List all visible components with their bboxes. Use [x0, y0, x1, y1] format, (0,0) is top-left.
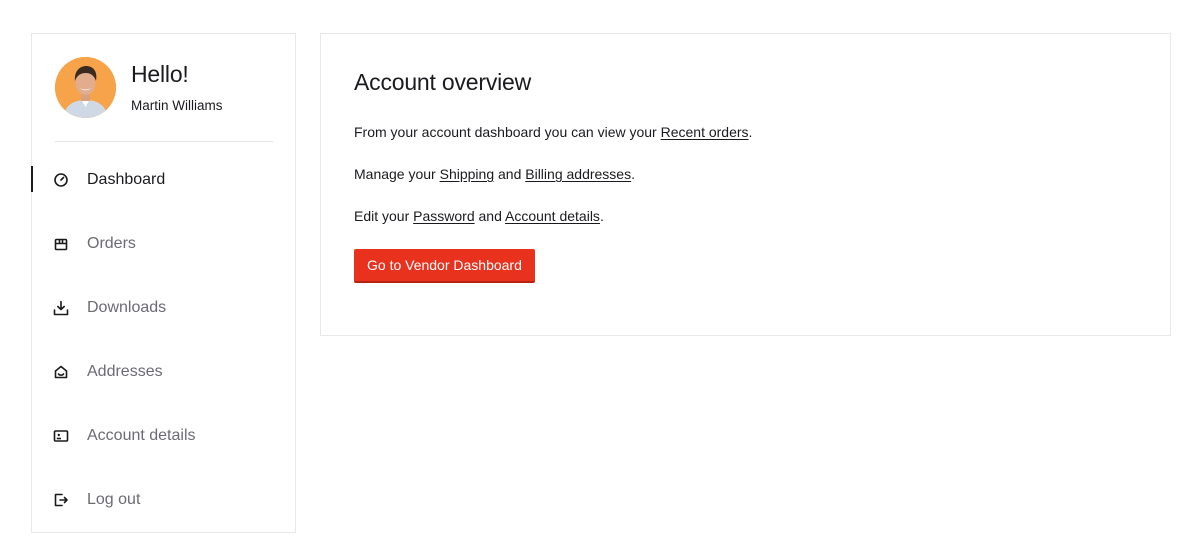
id-card-icon — [53, 428, 69, 444]
recent-orders-paragraph: From your account dashboard you can view… — [354, 124, 752, 140]
password-link[interactable]: Password — [413, 208, 474, 224]
avatar — [55, 57, 116, 118]
p3-middle: and — [474, 208, 505, 224]
user-card: Hello! Martin Williams — [55, 57, 273, 142]
home-address-icon — [53, 364, 69, 380]
account-paragraph: Edit your Password and Account details. — [354, 208, 604, 224]
p1-suffix: . — [748, 124, 753, 140]
nav-label-addresses: Addresses — [87, 363, 163, 380]
dashboard-gauge-icon — [53, 172, 69, 188]
nav-label-dashboard: Dashboard — [87, 171, 166, 188]
account-overview-panel: Account overview From your account dashb… — [320, 33, 1171, 336]
orders-box-icon — [53, 236, 69, 252]
nav-item-account-details[interactable]: Account details — [32, 404, 295, 468]
logout-icon — [53, 492, 69, 508]
p2-suffix: . — [631, 166, 635, 182]
nav-label-orders: Orders — [87, 235, 136, 252]
addresses-paragraph: Manage your Shipping and Billing address… — [354, 166, 635, 182]
billing-addresses-link[interactable]: Billing addresses — [525, 166, 631, 182]
vendor-dashboard-button[interactable]: Go to Vendor Dashboard — [354, 249, 535, 283]
account-nav: Dashboard Orders Downloads Addresses Acc… — [31, 148, 295, 532]
avatar-photo-icon — [55, 57, 116, 118]
nav-item-addresses[interactable]: Addresses — [32, 340, 295, 404]
user-name: Martin Williams — [131, 98, 223, 113]
p2-middle: and — [494, 166, 526, 182]
greeting-heading: Hello! — [131, 61, 189, 87]
download-icon — [53, 300, 69, 316]
account-details-link[interactable]: Account details — [505, 208, 600, 224]
nav-item-orders[interactable]: Orders — [32, 212, 295, 276]
account-sidebar: Hello! Martin Williams Dashboard Orders — [31, 33, 296, 533]
nav-item-log-out[interactable]: Log out — [32, 468, 295, 532]
p3-prefix: Edit your — [354, 208, 414, 224]
page-title: Account overview — [354, 69, 532, 95]
nav-item-dashboard[interactable]: Dashboard — [31, 148, 295, 212]
nav-label-account-details: Account details — [87, 427, 196, 444]
nav-item-downloads[interactable]: Downloads — [32, 276, 295, 340]
nav-label-log-out: Log out — [87, 491, 141, 508]
p1-prefix: From your account dashboard you can view… — [354, 124, 661, 140]
p2-prefix: Manage your — [354, 166, 440, 182]
recent-orders-link[interactable]: Recent orders — [661, 124, 749, 140]
nav-label-downloads: Downloads — [87, 299, 167, 316]
p3-suffix: . — [599, 208, 604, 224]
shipping-link[interactable]: Shipping — [440, 166, 495, 182]
